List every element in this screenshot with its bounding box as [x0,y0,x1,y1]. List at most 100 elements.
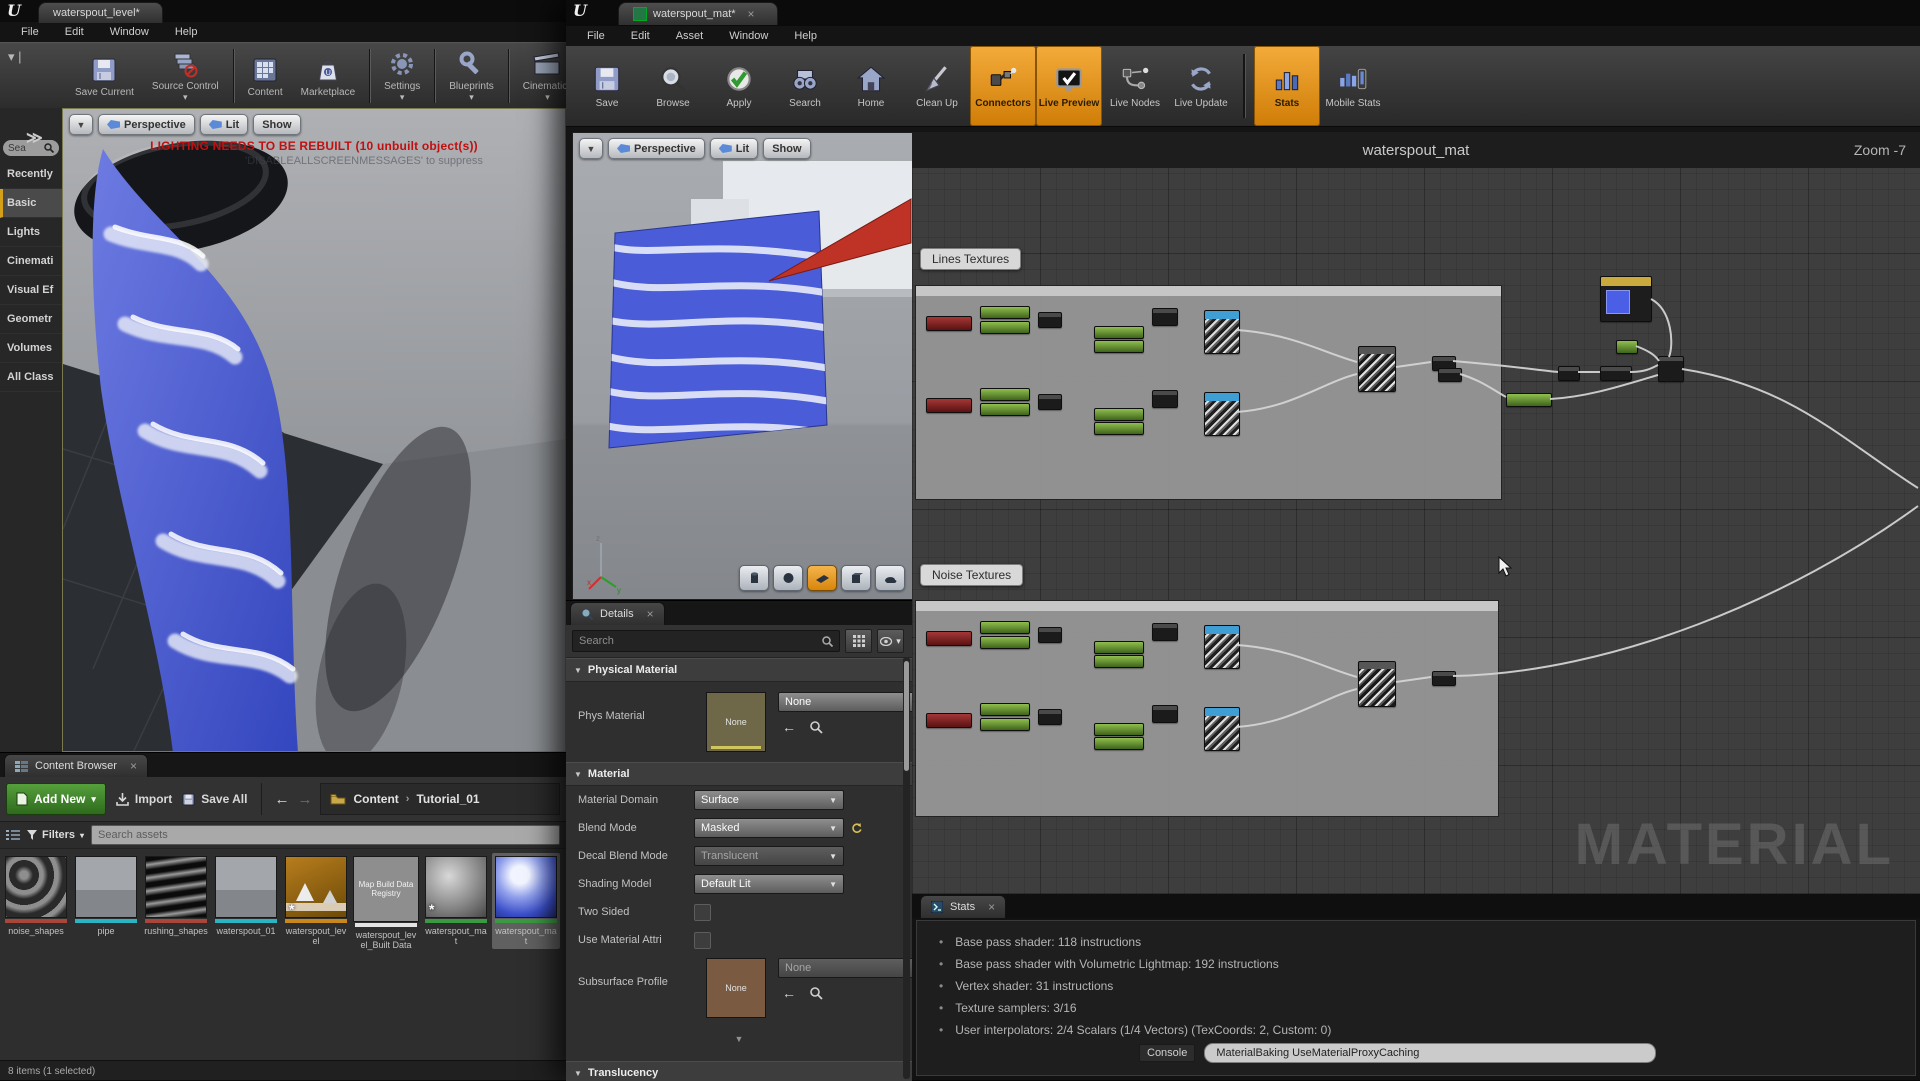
add-new-button[interactable]: Add New ▾ [6,783,106,815]
translucency-section-header[interactable]: ▼ Translucency [566,1061,912,1081]
material-node-noise[interactable] [1358,346,1396,392]
forward-arrow-button[interactable]: → [297,791,312,808]
browse-to-asset-icon[interactable] [810,987,823,1000]
source-control-button[interactable]: Source Control▾ [143,43,228,109]
material-node-green[interactable] [1094,340,1144,353]
material-node-red[interactable] [926,713,972,728]
place-category-basic[interactable]: Basic [0,189,62,218]
comment-label-noise-textures[interactable]: Noise Textures [920,564,1023,586]
place-category-visual-ef[interactable]: Visual Ef [0,276,62,305]
expand-panel-button[interactable]: ≫ [26,128,43,148]
preview-shape-custom-button[interactable] [875,565,905,591]
menu-window[interactable]: Window [97,26,162,38]
shading-model-dropdown[interactable]: Default Lit▼ [694,874,844,894]
material-node-dark[interactable] [1600,366,1632,381]
material-node-tex[interactable] [1204,707,1240,751]
level-viewport[interactable]: ▼PerspectiveLitShow LIGHTING NEEDS TO BE… [62,108,566,752]
browse-to-asset-icon[interactable] [810,721,823,734]
viewport-options-dropdown[interactable]: ▼ [579,138,603,159]
material-node-dark[interactable] [1152,308,1178,326]
connectors-button[interactable]: Connectors [970,46,1036,126]
view-options-button[interactable]: ▾ [877,629,904,653]
asset-tile-noise-shapes[interactable]: noise_shapes [2,853,70,939]
material-node-noise[interactable] [1358,661,1396,707]
menu-help[interactable]: Help [162,26,211,38]
material-node-green[interactable] [1094,422,1144,435]
details-search-input[interactable]: Search [572,630,840,652]
search-button[interactable]: Search [772,46,838,126]
use-selected-arrow-icon[interactable]: ← [782,719,796,735]
material-node-dark[interactable] [1558,366,1580,381]
back-arrow-button[interactable]: ← [274,791,289,808]
material-node-tex[interactable] [1204,392,1240,436]
preview-shape-cylinder-button[interactable] [739,565,769,591]
save-all-button[interactable]: Save All [182,792,247,806]
material-node-dark[interactable] [1432,671,1456,686]
material-node-green[interactable] [1094,655,1144,668]
menu-help[interactable]: Help [781,30,830,42]
subsurface-dropdown[interactable]: None ▼ [778,958,912,978]
place-category-volumes[interactable]: Volumes [0,334,62,363]
material-node-red[interactable] [926,398,972,413]
breadcrumb-folder[interactable]: Tutorial_01 [416,792,479,806]
use-material-attri-checkbox[interactable] [694,932,711,949]
menu-edit[interactable]: Edit [618,30,663,42]
close-icon[interactable]: × [647,607,654,621]
asset-tile-waterspout-mat[interactable]: waterspout_mat [492,853,560,949]
material-node-dark[interactable] [1038,627,1062,643]
search-assets-input[interactable] [91,825,560,845]
material-section-header[interactable]: ▼ Material [566,762,912,786]
breadcrumb-root[interactable]: Content [353,792,398,806]
material-node-dark[interactable] [1438,368,1462,382]
clean-up-button[interactable]: Clean Up [904,46,970,126]
sources-list-icon[interactable] [6,829,20,841]
console-input[interactable] [1204,1043,1656,1063]
phys-material-dropdown[interactable]: None ▼ [778,692,912,712]
details-scrollbar[interactable] [903,657,910,1079]
viewport-perspective-button[interactable]: Perspective [98,114,195,135]
physical-material-section-header[interactable]: ▼ Physical Material [566,658,912,682]
browse-button[interactable]: Browse [640,46,706,126]
material-node-green[interactable] [980,718,1030,731]
use-selected-arrow-icon[interactable]: ← [782,985,796,1001]
material-node-red[interactable] [926,316,972,331]
details-tab[interactable]: Details × [570,602,665,625]
material-node-green[interactable] [980,388,1030,401]
content-browser-tab[interactable]: Content Browser × [4,754,148,777]
material-node-tex[interactable] [1204,310,1240,354]
reset-to-default-icon[interactable] [851,823,862,834]
asset-tile-waterspout-01[interactable]: waterspout_01 [212,853,280,939]
viewport-perspective-button[interactable]: Perspective [608,138,705,159]
material-domain-dropdown[interactable]: Surface▼ [694,790,844,810]
material-preview-viewport[interactable]: z x y ▼PerspectiveLitShow [572,132,914,600]
material-node-green[interactable] [980,636,1030,649]
stats-tab[interactable]: Stats × [920,895,1006,918]
close-icon[interactable]: × [748,7,755,21]
cinematics-button[interactable]: Cinematics▾ [514,43,566,109]
import-button[interactable]: Import [116,792,172,806]
asset-tile-waterspout-mat[interactable]: *waterspout_mat [422,853,490,949]
material-node-dark[interactable] [1038,394,1062,410]
graph-canvas[interactable]: MATERIAL Lines TexturesNoise Textures [912,168,1920,894]
material-node-dark[interactable] [1658,356,1684,382]
apply-button[interactable]: Apply [706,46,772,126]
close-icon[interactable]: × [130,759,137,773]
asset-tile-rushing-shapes[interactable]: rushing_shapes [142,853,210,939]
material-node-green[interactable] [980,621,1030,634]
material-node-green[interactable] [1094,723,1144,736]
preview-shape-sphere-button[interactable] [773,565,803,591]
asset-tile-waterspout-level[interactable]: *waterspout_level [282,853,350,949]
live-preview-button[interactable]: Live Preview [1036,46,1102,126]
live-nodes-button[interactable]: Live Nodes [1102,46,1168,126]
place-category-lights[interactable]: Lights [0,218,62,247]
material-node-green[interactable] [1506,393,1552,407]
preview-shape-cube-button[interactable] [841,565,871,591]
comment-frame[interactable] [915,600,1499,817]
comment-frame[interactable] [915,285,1502,500]
property-matrix-button[interactable] [845,629,872,653]
preview-shape-plane-button[interactable] [807,565,837,591]
menu-file[interactable]: File [574,30,618,42]
material-node-green[interactable] [980,703,1030,716]
viewport-show-button[interactable]: Show [763,138,810,159]
material-node-green[interactable] [1094,641,1144,654]
